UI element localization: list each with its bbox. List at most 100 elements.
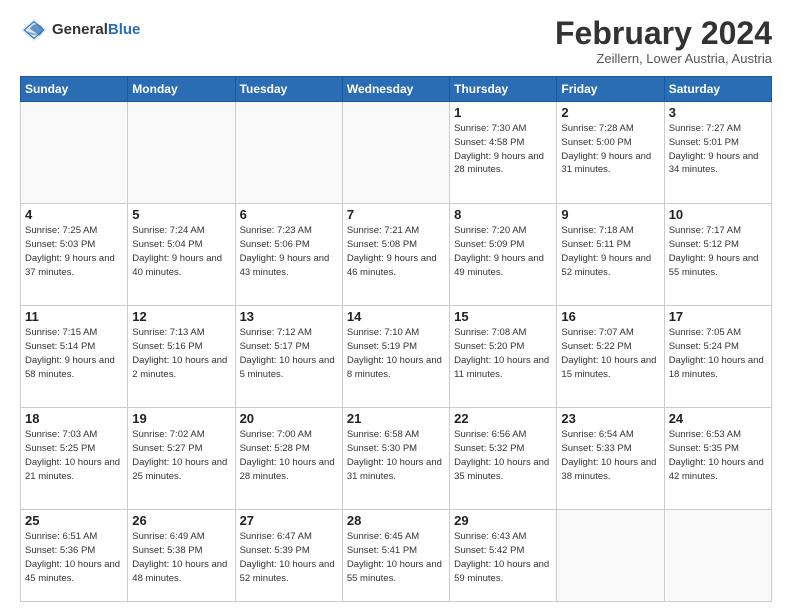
day-info: Sunrise: 7:03 AMSunset: 5:25 PMDaylight:…: [25, 428, 123, 483]
day-number: 14: [347, 309, 445, 324]
day-info: Sunrise: 7:28 AMSunset: 5:00 PMDaylight:…: [561, 122, 659, 177]
day-info: Sunrise: 6:56 AMSunset: 5:32 PMDaylight:…: [454, 428, 552, 483]
day-cell: 24 Sunrise: 6:53 AMSunset: 5:35 PMDayligh…: [664, 408, 771, 510]
day-info: Sunrise: 6:47 AMSunset: 5:39 PMDaylight:…: [240, 530, 338, 585]
day-number: 2: [561, 105, 659, 120]
day-number: 7: [347, 207, 445, 222]
day-cell: 5 Sunrise: 7:24 AMSunset: 5:04 PMDaylight…: [128, 204, 235, 306]
day-info: Sunrise: 6:43 AMSunset: 5:42 PMDaylight:…: [454, 530, 552, 585]
month-year: February 2024: [555, 16, 772, 51]
day-cell: 16Sunrise: 7:07 AMSunset: 5:22 PMDayligh…: [557, 306, 664, 408]
day-cell: [21, 102, 128, 204]
day-info: Sunrise: 7:15 AMSunset: 5:14 PMDaylight:…: [25, 326, 123, 381]
day-info: Sunrise: 6:45 AMSunset: 5:41 PMDaylight:…: [347, 530, 445, 585]
day-info: Sunrise: 7:13 AMSunset: 5:16 PMDaylight:…: [132, 326, 230, 381]
day-cell: 23 Sunrise: 6:54 AMSunset: 5:33 PMDayligh…: [557, 408, 664, 510]
day-info: Sunrise: 7:00 AMSunset: 5:28 PMDaylight:…: [240, 428, 338, 483]
day-number: 11: [25, 309, 123, 324]
day-info: Sunrise: 6:54 AMSunset: 5:33 PMDaylight:…: [561, 428, 659, 483]
day-info: Sunrise: 7:08 AMSunset: 5:20 PMDaylight:…: [454, 326, 552, 381]
week-row-4: 18 Sunrise: 7:03 AMSunset: 5:25 PMDayligh…: [21, 408, 772, 510]
week-row-3: 11 Sunrise: 7:15 AMSunset: 5:14 PMDayligh…: [21, 306, 772, 408]
day-number: 27: [240, 513, 338, 528]
day-cell: 22 Sunrise: 6:56 AMSunset: 5:32 PMDayligh…: [450, 408, 557, 510]
day-number: 15: [454, 309, 552, 324]
day-number: 12: [132, 309, 230, 324]
weekday-header-friday: Friday: [557, 77, 664, 102]
day-cell: 15 Sunrise: 7:08 AMSunset: 5:20 PMDayligh…: [450, 306, 557, 408]
day-cell: [342, 102, 449, 204]
day-cell: 28 Sunrise: 6:45 AMSunset: 5:41 PMDayligh…: [342, 510, 449, 602]
day-cell: 20 Sunrise: 7:00 AMSunset: 5:28 PMDayligh…: [235, 408, 342, 510]
day-cell: 29Sunrise: 6:43 AMSunset: 5:42 PMDayligh…: [450, 510, 557, 602]
day-cell: [128, 102, 235, 204]
weekday-header-wednesday: Wednesday: [342, 77, 449, 102]
day-number: 19: [132, 411, 230, 426]
day-number: 24: [669, 411, 767, 426]
day-number: 9: [561, 207, 659, 222]
day-number: 1: [454, 105, 552, 120]
day-cell: 8 Sunrise: 7:20 AMSunset: 5:09 PMDaylight…: [450, 204, 557, 306]
day-info: Sunrise: 7:21 AMSunset: 5:08 PMDaylight:…: [347, 224, 445, 279]
day-info: Sunrise: 7:18 AMSunset: 5:11 PMDaylight:…: [561, 224, 659, 279]
day-cell: 4Sunrise: 7:25 AMSunset: 5:03 PMDaylight…: [21, 204, 128, 306]
header: GeneralBlue February 2024 Zeillern, Lowe…: [20, 16, 772, 66]
day-number: 22: [454, 411, 552, 426]
day-cell: 17 Sunrise: 7:05 AMSunset: 5:24 PMDayligh…: [664, 306, 771, 408]
day-info: Sunrise: 7:27 AMSunset: 5:01 PMDaylight:…: [669, 122, 767, 177]
weekday-header-row: SundayMondayTuesdayWednesdayThursdayFrid…: [21, 77, 772, 102]
day-info: Sunrise: 7:25 AMSunset: 5:03 PMDaylight:…: [25, 224, 123, 279]
day-cell: [664, 510, 771, 602]
day-cell: 11 Sunrise: 7:15 AMSunset: 5:14 PMDayligh…: [21, 306, 128, 408]
day-info: Sunrise: 7:24 AMSunset: 5:04 PMDaylight:…: [132, 224, 230, 279]
day-info: Sunrise: 6:49 AMSunset: 5:38 PMDaylight:…: [132, 530, 230, 585]
day-number: 8: [454, 207, 552, 222]
location: Zeillern, Lower Austria, Austria: [555, 51, 772, 66]
week-row-2: 4Sunrise: 7:25 AMSunset: 5:03 PMDaylight…: [21, 204, 772, 306]
day-number: 3: [669, 105, 767, 120]
day-number: 28: [347, 513, 445, 528]
day-info: Sunrise: 7:17 AMSunset: 5:12 PMDaylight:…: [669, 224, 767, 279]
calendar-table: SundayMondayTuesdayWednesdayThursdayFrid…: [20, 76, 772, 602]
week-row-1: 1 Sunrise: 7:30 AMSunset: 4:58 PMDaylight…: [21, 102, 772, 204]
day-info: Sunrise: 7:20 AMSunset: 5:09 PMDaylight:…: [454, 224, 552, 279]
day-number: 17: [669, 309, 767, 324]
weekday-header-sunday: Sunday: [21, 77, 128, 102]
day-info: Sunrise: 6:53 AMSunset: 5:35 PMDaylight:…: [669, 428, 767, 483]
logo: GeneralBlue: [20, 16, 140, 44]
day-cell: 14Sunrise: 7:10 AMSunset: 5:19 PMDayligh…: [342, 306, 449, 408]
day-number: 25: [25, 513, 123, 528]
weekday-header-thursday: Thursday: [450, 77, 557, 102]
day-info: Sunrise: 7:12 AMSunset: 5:17 PMDaylight:…: [240, 326, 338, 381]
day-number: 16: [561, 309, 659, 324]
day-cell: 1 Sunrise: 7:30 AMSunset: 4:58 PMDaylight…: [450, 102, 557, 204]
day-cell: 7 Sunrise: 7:21 AMSunset: 5:08 PMDaylight…: [342, 204, 449, 306]
day-cell: 9 Sunrise: 7:18 AMSunset: 5:11 PMDaylight…: [557, 204, 664, 306]
day-number: 6: [240, 207, 338, 222]
weekday-header-monday: Monday: [128, 77, 235, 102]
day-cell: 6 Sunrise: 7:23 AMSunset: 5:06 PMDaylight…: [235, 204, 342, 306]
day-cell: 18 Sunrise: 7:03 AMSunset: 5:25 PMDayligh…: [21, 408, 128, 510]
day-cell: [235, 102, 342, 204]
day-info: Sunrise: 6:58 AMSunset: 5:30 PMDaylight:…: [347, 428, 445, 483]
day-cell: 26 Sunrise: 6:49 AMSunset: 5:38 PMDayligh…: [128, 510, 235, 602]
page: GeneralBlue February 2024 Zeillern, Lowe…: [0, 0, 792, 612]
day-info: Sunrise: 7:30 AMSunset: 4:58 PMDaylight:…: [454, 122, 552, 177]
day-cell: 2 Sunrise: 7:28 AMSunset: 5:00 PMDaylight…: [557, 102, 664, 204]
day-info: Sunrise: 6:51 AMSunset: 5:36 PMDaylight:…: [25, 530, 123, 585]
day-number: 20: [240, 411, 338, 426]
day-cell: 27 Sunrise: 6:47 AMSunset: 5:39 PMDayligh…: [235, 510, 342, 602]
day-cell: 25 Sunrise: 6:51 AMSunset: 5:36 PMDayligh…: [21, 510, 128, 602]
day-info: Sunrise: 7:05 AMSunset: 5:24 PMDaylight:…: [669, 326, 767, 381]
day-cell: [557, 510, 664, 602]
day-number: 23: [561, 411, 659, 426]
day-number: 18: [25, 411, 123, 426]
weekday-header-tuesday: Tuesday: [235, 77, 342, 102]
day-number: 5: [132, 207, 230, 222]
day-number: 26: [132, 513, 230, 528]
day-cell: 3 Sunrise: 7:27 AMSunset: 5:01 PMDaylight…: [664, 102, 771, 204]
title-block: February 2024 Zeillern, Lower Austria, A…: [555, 16, 772, 66]
day-number: 10: [669, 207, 767, 222]
day-cell: 12 Sunrise: 7:13 AMSunset: 5:16 PMDayligh…: [128, 306, 235, 408]
day-info: Sunrise: 7:23 AMSunset: 5:06 PMDaylight:…: [240, 224, 338, 279]
